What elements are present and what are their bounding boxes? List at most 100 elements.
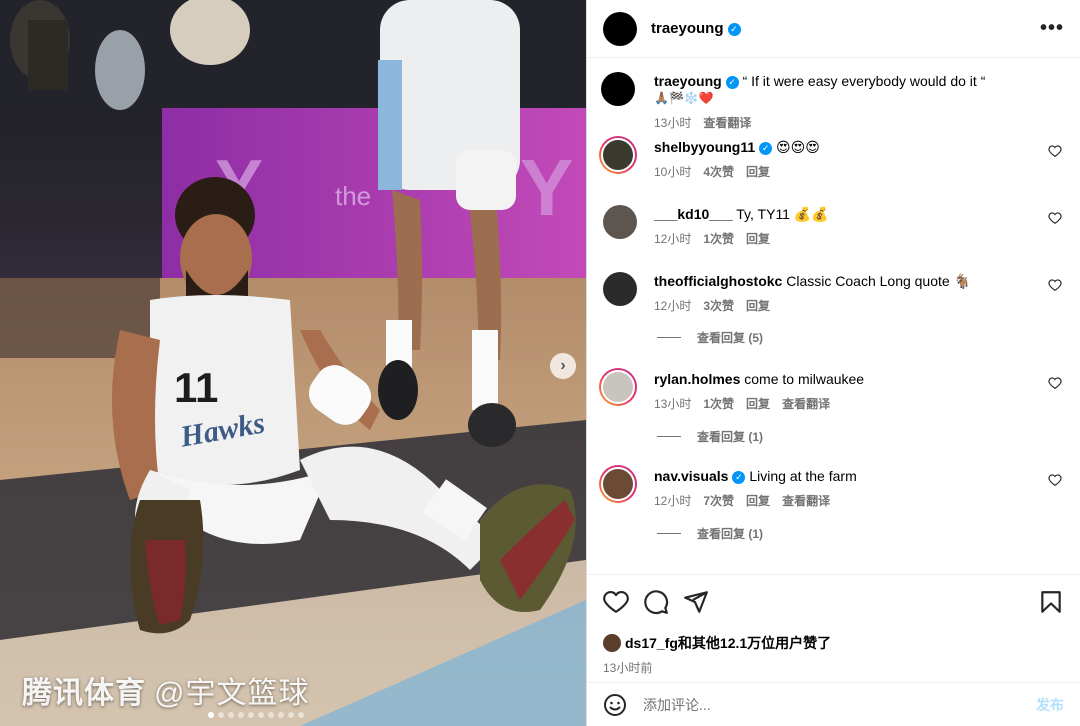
comment-username[interactable]: theofficialghostokc [654,273,782,289]
view-replies-button[interactable]: 查看回复 (1) [657,427,1064,445]
comment-item: shelbyyoung11 ✓ 😍😍😍 10小时 4次赞 回复 [599,136,1064,205]
carousel-dot [258,712,264,718]
view-replies-button[interactable]: 查看回复 (1) [657,524,1064,542]
likes-summary[interactable]: ds17_fg 和其他12.1万位用户赞了 [603,633,1064,653]
comment-avatar[interactable] [599,368,637,406]
comment-text: Classic Coach Long quote 🐐 [786,273,972,289]
svg-text:Y: Y [520,143,573,232]
caption-username[interactable]: traeyoung [654,73,722,89]
reply-button[interactable]: 回复 [746,163,770,181]
comment-composer: 发布 [587,682,1080,726]
carousel-dot [298,712,304,718]
view-replies-label[interactable]: 查看回复 (5) [697,329,763,346]
translate-link[interactable]: 查看翻译 [782,492,830,510]
comment-item: theofficialghostokc Classic Coach Long q… [601,272,1064,328]
verified-badge-icon: ✓ [732,471,746,484]
comment-avatar[interactable] [603,272,637,306]
emoji-icon[interactable] [603,693,627,717]
post-comment-button[interactable]: 发布 [1036,695,1064,715]
next-photo-button[interactable]: › [550,353,576,379]
view-replies-button[interactable]: 查看回复 (5) [657,328,1064,346]
watermark-handle: @宇文篮球 [154,677,310,710]
more-options-button[interactable]: ••• [1040,17,1064,40]
comment-text: Ty, TY11 💰💰 [736,206,829,222]
post-actions: ds17_fg 和其他12.1万位用户赞了 13小时前 [587,574,1080,682]
carousel-dot [278,712,284,718]
heart-icon[interactable] [603,589,629,615]
view-replies-label[interactable]: 查看回复 (1) [697,525,763,542]
caption-translate-link[interactable]: 查看翻译 [703,114,751,132]
author-username[interactable]: traeyoung ✓ [651,20,741,37]
liker-username[interactable]: ds17_fg [625,635,678,651]
caption-time: 13小时 [654,116,692,130]
comment-username[interactable]: ___kd10___ [654,206,733,222]
post-side-panel: traeyoung ✓ ••• traeyoung ✓ “ If it were e… [586,0,1080,726]
post-header: traeyoung ✓ ••• [587,0,1080,58]
comment-likes[interactable]: 7次赞 [703,492,734,510]
carousel-indicator [208,712,304,718]
comment-icon[interactable] [643,589,669,615]
comment-time: 13小时 [654,397,692,411]
view-replies-label[interactable]: 查看回复 (1) [697,428,763,445]
comment-time: 12小时 [654,232,692,246]
comment-time: 12小时 [654,494,692,508]
carousel-dot [288,712,294,718]
chevron-right-icon: › [560,357,566,374]
comment-like-heart-icon[interactable] [1048,376,1062,390]
post-timestamp[interactable]: 13小时前 [603,659,1064,676]
liker-avatar [603,634,621,652]
author-username-text[interactable]: traeyoung [651,20,724,37]
reply-button[interactable]: 回复 [746,492,770,510]
comment-username[interactable]: shelbyyoung11 [654,139,755,155]
likes-rest[interactable]: 和其他12.1万位用户赞了 [678,633,831,653]
comment-like-heart-icon[interactable] [1048,278,1062,292]
verified-badge-icon: ✓ [759,142,773,155]
carousel-dot [218,712,224,718]
comment-item: nav.visuals ✓ Living at the farm 12小时 7次赞回… [599,465,1064,524]
watermark: 腾讯体育 @宇文篮球 [22,668,309,712]
reply-button[interactable]: 回复 [746,230,770,248]
svg-text:the: the [335,181,371,211]
carousel-dot [238,712,244,718]
comment-username[interactable]: rylan.holmes [654,371,740,387]
caption-text: “ If it were easy everybody would do it … [742,73,986,89]
caption-body: traeyoung ✓ “ If it were easy everybody w… [654,72,1064,138]
verified-badge-icon: ✓ [727,23,741,36]
reply-button[interactable]: 回复 [746,297,770,315]
reply-button[interactable]: 回复 [746,395,770,413]
verified-badge-icon: ✓ [725,76,739,89]
comment-text: Living at the farm [749,468,857,484]
caption-avatar[interactable] [601,72,635,106]
photo-scene: Y the Y 11 Hawks [0,0,586,726]
carousel-dot [208,712,214,718]
comment-like-heart-icon[interactable] [1048,473,1062,487]
comment-like-heart-icon[interactable] [1048,211,1062,225]
comment-item: ___kd10___ Ty, TY11 💰💰 12小时 1次赞 回复 [601,205,1064,272]
comment-avatar[interactable] [599,465,637,503]
add-comment-input[interactable] [643,696,1036,713]
author-avatar[interactable] [603,11,637,46]
caption: traeyoung ✓ “ If it were easy everybody w… [601,72,1064,138]
translate-link[interactable]: 查看翻译 [782,395,830,413]
comment-time: 10小时 [654,165,692,179]
comment-likes[interactable]: 1次赞 [703,395,734,413]
comment-likes[interactable]: 3次赞 [703,297,734,315]
carousel-dot [268,712,274,718]
send-icon[interactable] [683,589,709,615]
post-photo[interactable]: Y the Y 11 Hawks [0,0,586,726]
caption-emoji: 🙏🏽🏁❄️❤️ [654,91,714,105]
comments-list[interactable]: traeyoung ✓ “ If it were easy everybody w… [587,58,1080,574]
jersey-number: 11 [174,364,218,411]
comment-avatar[interactable] [599,136,637,174]
bookmark-icon[interactable] [1038,589,1064,615]
comment-time: 12小时 [654,299,692,313]
comment-avatar[interactable] [603,205,637,239]
more-horizontal-icon: ••• [1039,17,1064,39]
watermark-brand: 腾讯体育 [22,677,146,710]
comment-username[interactable]: nav.visuals [654,468,728,484]
comment-item: rylan.holmes come to milwaukee 13小时 1次赞 回复… [599,368,1064,427]
comment-likes[interactable]: 4次赞 [703,163,734,181]
comment-like-heart-icon[interactable] [1048,144,1062,158]
comment-likes[interactable]: 1次赞 [703,230,734,248]
carousel-dot [248,712,254,718]
